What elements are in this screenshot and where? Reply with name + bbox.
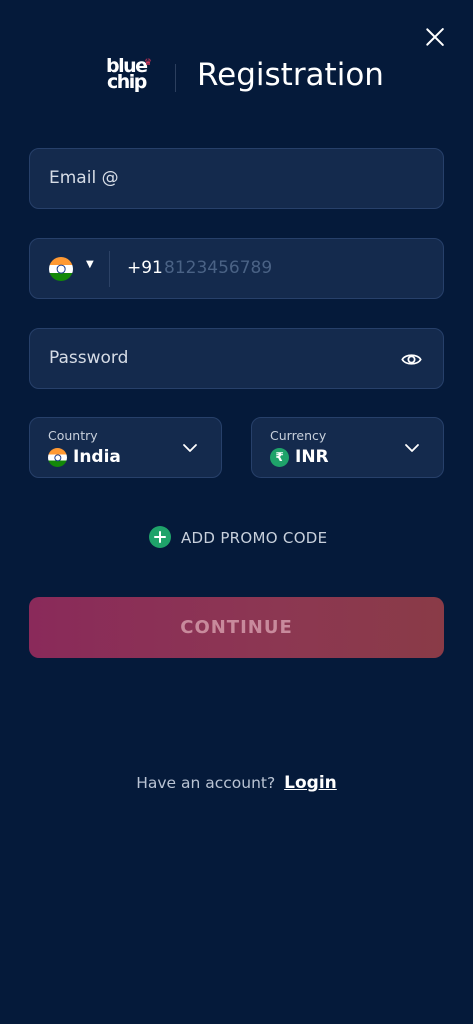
currency-select[interactable]: Currency ₹ INR bbox=[251, 417, 444, 478]
login-prompt: Have an account? bbox=[136, 774, 276, 792]
country-label: Country bbox=[48, 428, 98, 443]
continue-label: CONTINUE bbox=[180, 617, 293, 638]
phone-divider bbox=[109, 251, 110, 287]
bluechip-logo: ♛ blue chip bbox=[106, 55, 152, 93]
promo-label: ADD PROMO CODE bbox=[181, 529, 328, 547]
phone-placeholder: 8123456789 bbox=[164, 258, 273, 278]
plus-icon bbox=[149, 526, 171, 548]
currency-label: Currency bbox=[270, 428, 327, 443]
rupee-icon: ₹ bbox=[270, 448, 289, 467]
password-field[interactable]: Password bbox=[29, 328, 444, 389]
caret-down-icon[interactable]: ▼ bbox=[86, 259, 94, 270]
country-select[interactable]: Country India bbox=[29, 417, 222, 478]
login-link[interactable]: Login bbox=[284, 773, 337, 793]
page-title: Registration bbox=[197, 57, 384, 93]
phone-field[interactable]: ▼ +91 8123456789 bbox=[29, 238, 444, 299]
password-placeholder: Password bbox=[49, 348, 129, 368]
email-placeholder: Email @ bbox=[49, 168, 119, 188]
continue-button[interactable]: CONTINUE bbox=[29, 597, 444, 658]
india-flag-icon bbox=[48, 448, 67, 467]
header: ♛ blue chip Registration bbox=[0, 52, 473, 102]
india-flag-icon[interactable] bbox=[49, 257, 73, 281]
email-field[interactable]: Email @ bbox=[29, 148, 444, 209]
eye-icon[interactable] bbox=[401, 349, 422, 370]
country-value: India bbox=[73, 447, 121, 467]
crown-icon: ♛ bbox=[144, 58, 152, 68]
currency-value: INR bbox=[295, 447, 329, 467]
chevron-down-icon bbox=[183, 444, 197, 452]
close-button[interactable] bbox=[422, 24, 448, 50]
phone-country-code: +91 bbox=[127, 258, 163, 278]
chevron-down-icon bbox=[405, 444, 419, 452]
header-divider bbox=[175, 64, 176, 92]
login-row: Have an account? Login bbox=[0, 773, 473, 793]
